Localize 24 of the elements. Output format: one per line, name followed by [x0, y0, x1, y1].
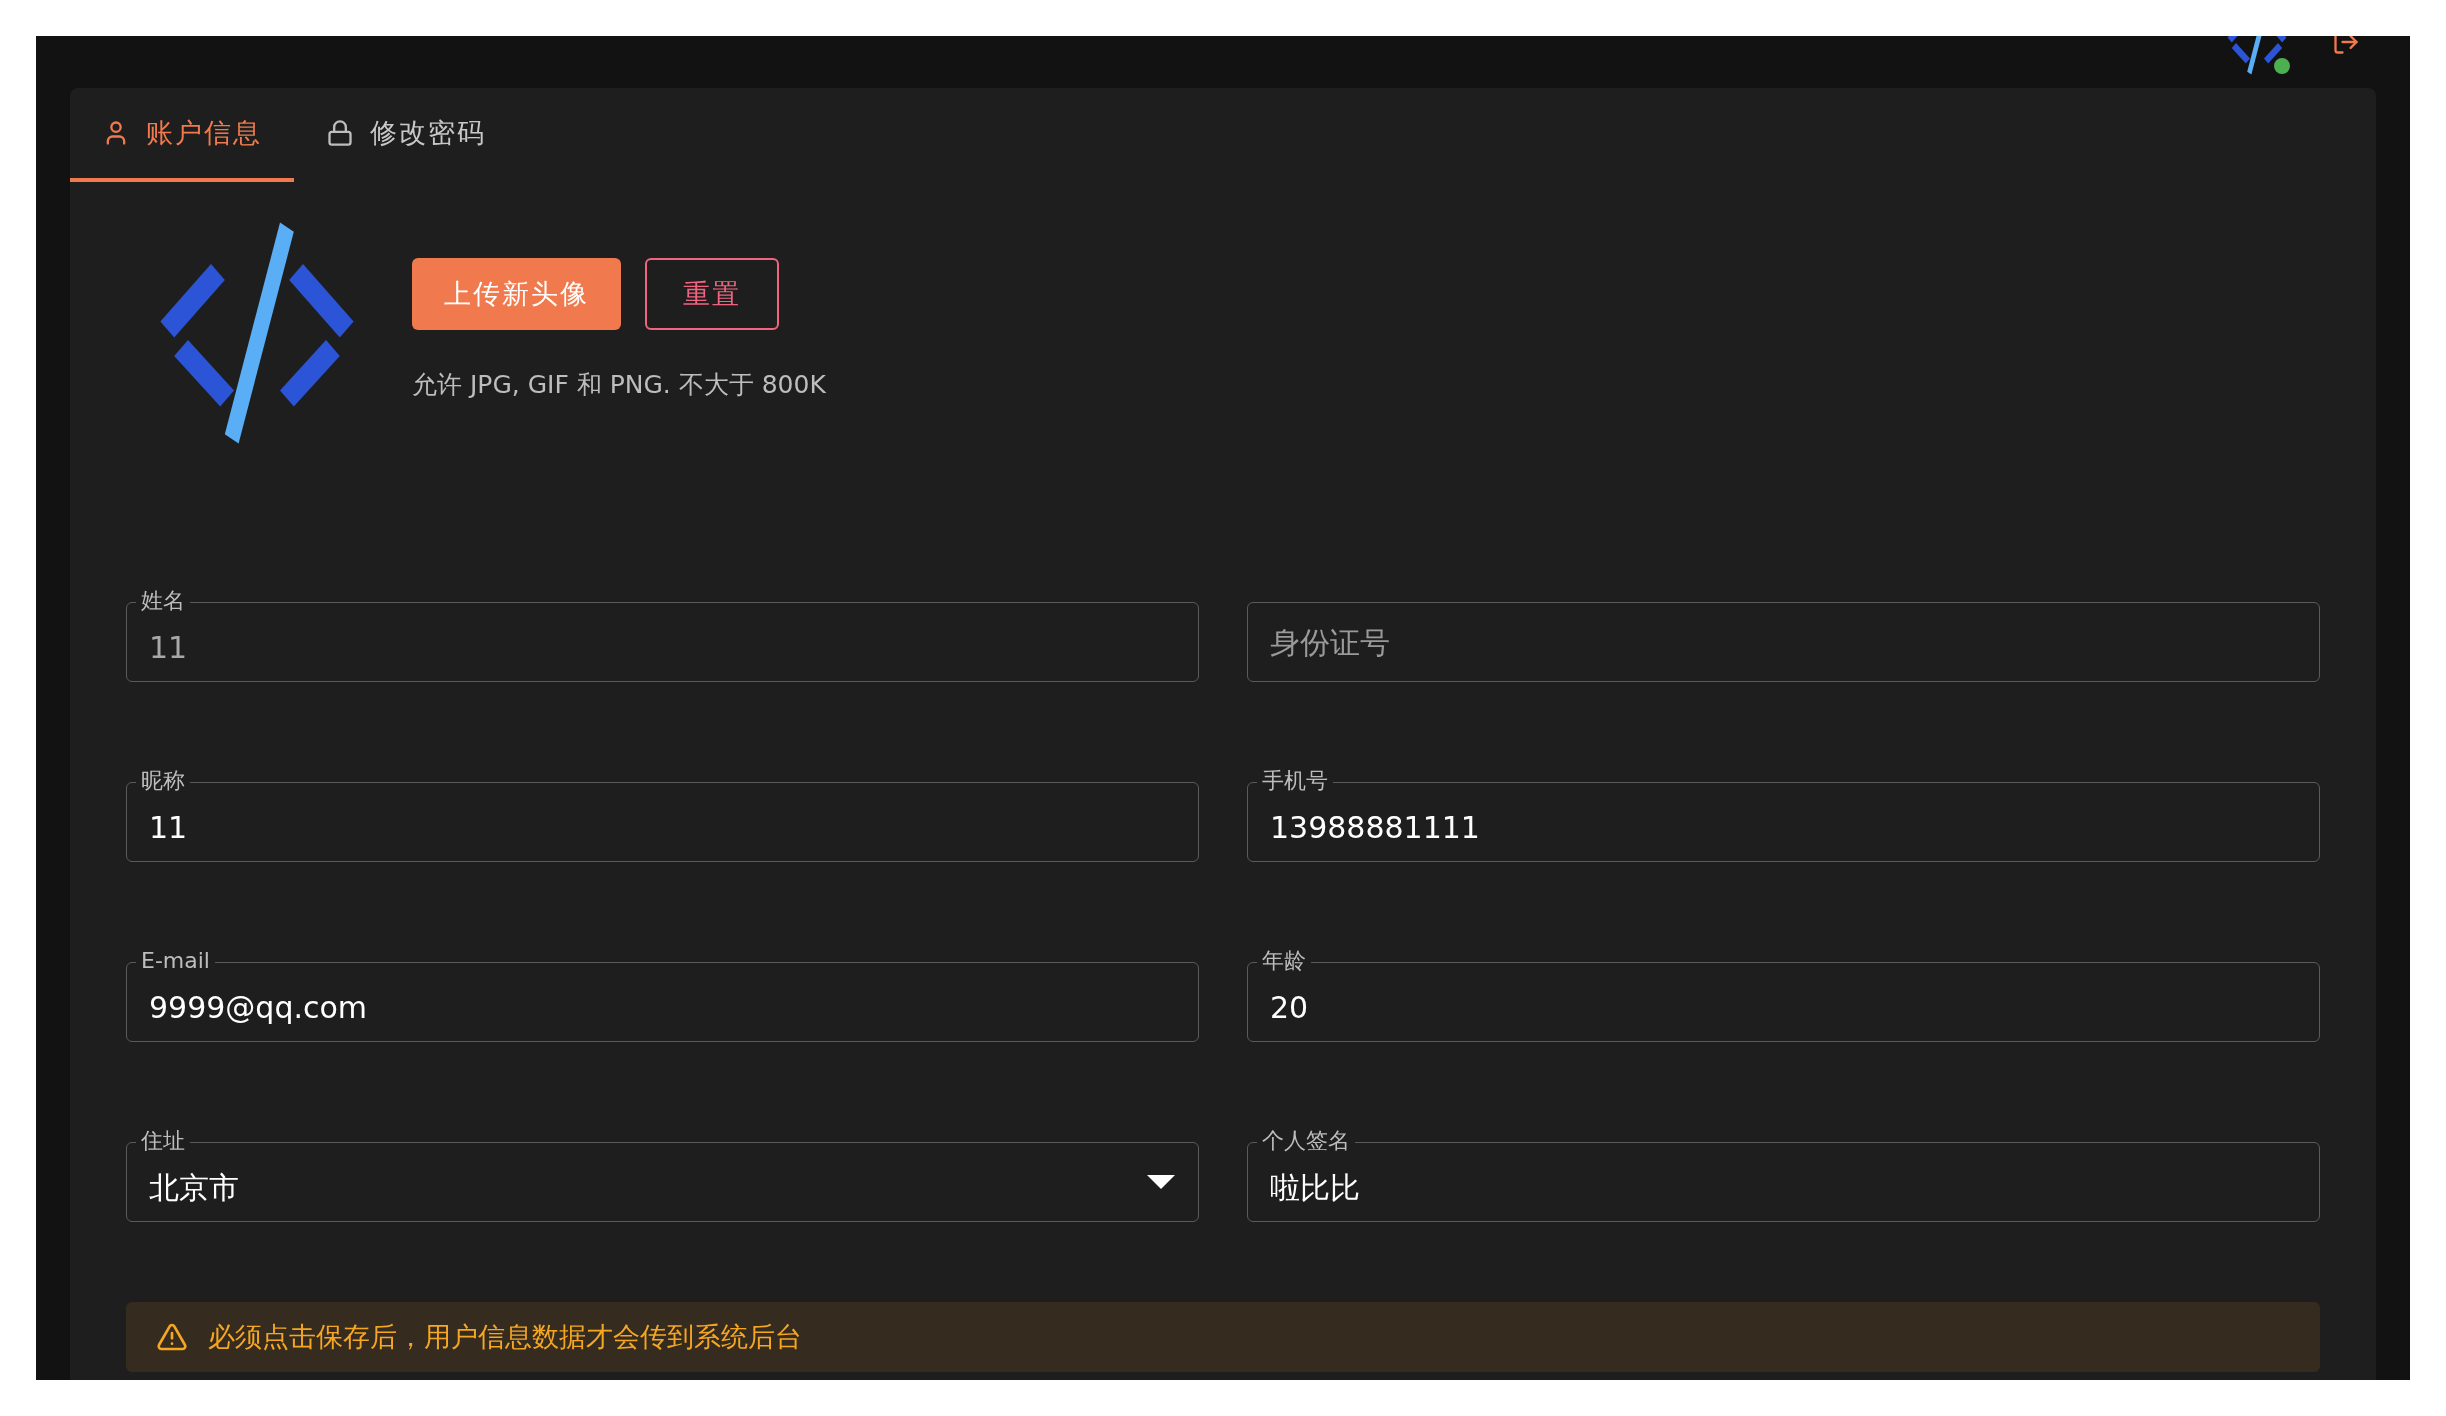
- field-label: 个人签名: [1257, 1128, 1355, 1154]
- alert-text: 必须点击保存后，用户信息数据才会传到系统后台: [208, 1319, 802, 1354]
- field-placeholder: 身份证号: [1270, 623, 1390, 662]
- avatar-hint: 允许 JPG, GIF 和 PNG. 不大于 800K: [412, 369, 826, 401]
- field-value: 9999@qq.com: [149, 988, 368, 1027]
- field-value: 13988881111: [1270, 808, 1480, 847]
- field-label: 姓名: [136, 588, 190, 614]
- tab[interactable]: 修改密码: [294, 88, 518, 182]
- lock-icon: [326, 119, 354, 147]
- field-value: 11: [149, 628, 188, 667]
- dropdown-caret-icon: [1146, 1174, 1176, 1190]
- warning-icon: [156, 1321, 188, 1353]
- field-label: 手机号: [1257, 768, 1333, 794]
- input-field[interactable]: 身份证号: [1247, 602, 2320, 682]
- field-value: 北京市: [149, 1168, 239, 1207]
- field-value: 20: [1270, 988, 1309, 1027]
- field-label: 住址: [136, 1128, 190, 1154]
- field-value: 11: [149, 808, 188, 847]
- tab[interactable]: 账户信息: [70, 88, 294, 182]
- field-label: 昵称: [136, 768, 190, 794]
- logout-icon[interactable]: [2332, 36, 2360, 56]
- field-value: 啦比比: [1270, 1168, 1360, 1207]
- reset-button[interactable]: 重置: [645, 258, 779, 330]
- field-label: 年龄: [1257, 948, 1311, 974]
